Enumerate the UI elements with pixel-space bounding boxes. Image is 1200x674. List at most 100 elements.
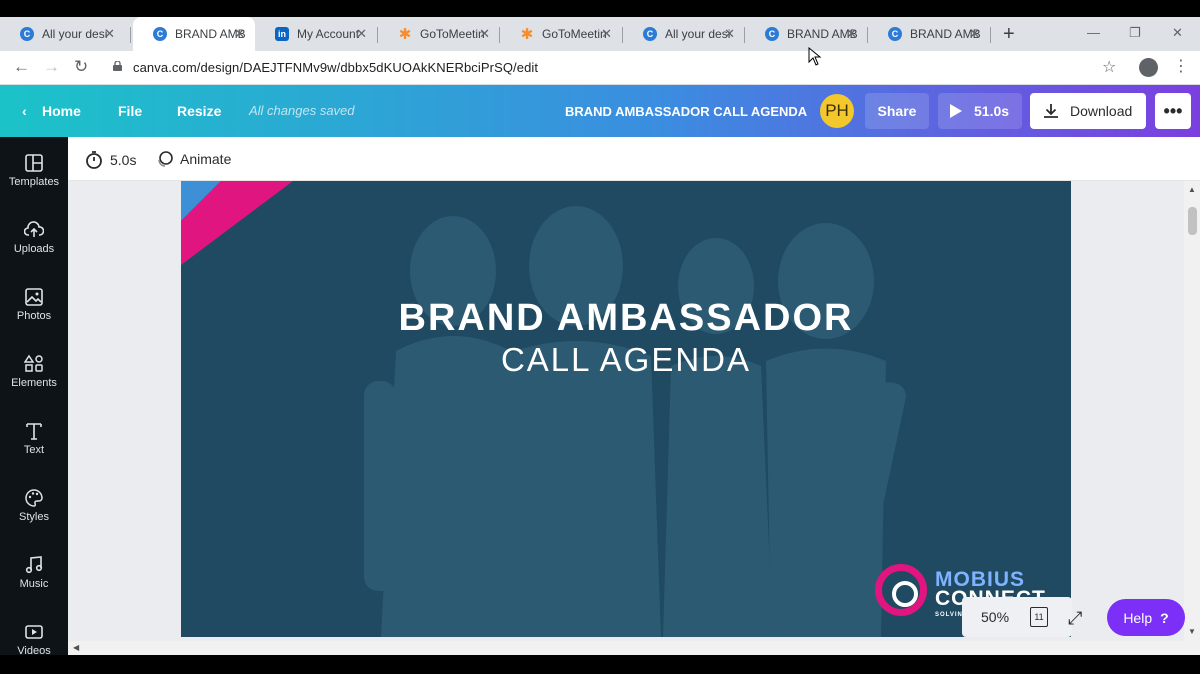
forward-arrow-icon[interactable]: → (43, 57, 60, 77)
video-icon (25, 625, 43, 639)
zoom-level[interactable]: 50% (981, 609, 1009, 625)
design-slide[interactable]: BRAND AMBASSADOR CALL AGENDA MOBIUS CONN… (181, 181, 1071, 637)
browser-tab[interactable]: ✱ GoToMeetin ✕ (378, 17, 500, 51)
linkedin-icon: in (275, 27, 289, 41)
browser-tab[interactable]: C All your desi ✕ (623, 17, 745, 51)
gotomeeting-icon: ✱ (398, 26, 412, 43)
sidebar-label: Uploads (13, 243, 55, 255)
screen-bottom-border (0, 655, 1200, 674)
mouse-cursor-icon (808, 47, 822, 66)
duration-label: 5.0s (110, 152, 137, 168)
slide-title-line2[interactable]: CALL AGENDA (181, 341, 1071, 379)
gotomeeting-icon: ✱ (520, 26, 534, 43)
sidebar-label: Elements (11, 377, 57, 389)
profile-avatar-icon[interactable] (1139, 58, 1158, 77)
help-button[interactable]: Help ? (1107, 599, 1185, 636)
animate-button[interactable]: Animate (156, 150, 231, 168)
sidebar-item-text[interactable]: Text (0, 405, 68, 465)
tab-divider (990, 27, 991, 43)
sidebar-item-videos[interactable]: Videos (0, 606, 68, 655)
share-label: Share (877, 103, 917, 119)
sidebar-item-uploads[interactable]: Uploads (0, 204, 68, 264)
sidebar-label: Music (19, 578, 49, 590)
new-tab-icon[interactable]: + (1003, 23, 1015, 46)
scroll-down-icon[interactable]: ▼ (1188, 627, 1196, 636)
scroll-up-icon[interactable]: ▲ (1188, 185, 1196, 194)
close-icon[interactable]: ✕ (601, 26, 612, 42)
lock-icon (113, 61, 122, 71)
download-button[interactable]: Download (1030, 93, 1146, 129)
url-field[interactable]: canva.com/design/DAEJTFNMv9w/dbbx5dKUOAk… (133, 60, 538, 75)
editor-header: ‹ Home File Resize All changes saved BRA… (0, 85, 1200, 137)
close-icon[interactable]: ✕ (479, 26, 490, 42)
corner-accent-stripes (181, 181, 293, 265)
sidebar-label: Videos (17, 645, 51, 655)
resize-button[interactable]: Resize (177, 103, 221, 119)
chevron-left-icon[interactable]: ‹ (22, 103, 27, 119)
close-icon[interactable]: ✕ (234, 26, 245, 42)
window-close-icon[interactable]: ✕ (1172, 25, 1183, 41)
stopwatch-icon (86, 151, 102, 169)
browser-tab[interactable]: C BRAND AMB ✕ (745, 17, 867, 51)
sidebar-item-elements[interactable]: Elements (0, 338, 68, 398)
reload-icon[interactable]: ↻ (74, 57, 88, 77)
present-button[interactable]: 51.0s (938, 93, 1022, 129)
scroll-left-icon[interactable]: ◀ (73, 643, 79, 652)
play-icon (950, 104, 962, 118)
browser-menu-icon[interactable]: ⋮ (1173, 56, 1189, 76)
browser-tab-active[interactable]: C BRAND AMB ✕ (133, 17, 255, 51)
document-title[interactable]: BRAND AMBASSADOR CALL AGENDA (565, 104, 807, 119)
slide-title-line1[interactable]: BRAND AMBASSADOR (181, 297, 1071, 340)
text-icon (26, 423, 42, 440)
more-options-button[interactable]: ••• (1155, 93, 1191, 129)
canva-icon: C (153, 27, 167, 41)
sidebar-item-styles[interactable]: Styles (0, 472, 68, 532)
close-icon[interactable]: ✕ (846, 26, 857, 42)
sidebar-item-photos[interactable]: Photos (0, 271, 68, 331)
photo-icon (25, 288, 43, 306)
tab-divider (130, 27, 131, 43)
mobius-logo-icon (875, 564, 927, 616)
page-grid-button[interactable]: 11 (1030, 607, 1048, 627)
horizontal-scrollbar[interactable]: ◀ (68, 641, 1184, 655)
download-icon (1044, 104, 1058, 118)
close-icon[interactable]: ✕ (969, 26, 980, 42)
close-icon[interactable]: ✕ (104, 26, 115, 42)
canva-icon: C (643, 27, 657, 41)
shapes-icon (24, 354, 43, 372)
close-icon[interactable]: ✕ (724, 26, 735, 42)
screen: C All your desi ✕ C BRAND AMB ✕ in My Ac… (0, 0, 1200, 674)
tab-title: All your desi (42, 27, 108, 41)
minimize-icon[interactable]: — (1087, 25, 1100, 40)
close-icon[interactable]: ✕ (356, 26, 367, 42)
sidebar-item-templates[interactable]: Templates (0, 137, 68, 197)
help-label: Help (1123, 609, 1153, 626)
scroll-thumb[interactable] (1188, 207, 1197, 235)
vertical-scrollbar[interactable]: ▲ ▼ (1184, 181, 1200, 655)
more-dots-icon: ••• (1163, 100, 1183, 121)
music-icon (25, 556, 43, 574)
sidebar-label: Text (23, 444, 45, 456)
home-button[interactable]: Home (42, 103, 81, 119)
back-arrow-icon[interactable]: ← (13, 57, 30, 77)
file-menu-button[interactable]: File (118, 103, 142, 119)
share-button[interactable]: Share (865, 93, 929, 129)
browser-tab[interactable]: ✱ GoToMeetin ✕ (500, 17, 622, 51)
save-status: All changes saved (249, 103, 355, 118)
animate-label: Animate (180, 151, 232, 167)
sidebar-item-music[interactable]: Music (0, 539, 68, 599)
palette-icon (25, 489, 43, 507)
browser-tab[interactable]: C All your desi ✕ (0, 17, 125, 51)
timing-button[interactable]: 5.0s (84, 150, 136, 170)
upload-cloud-icon (24, 221, 44, 237)
bookmark-star-icon[interactable]: ☆ (1102, 57, 1116, 77)
fullscreen-icon[interactable]: ⤢ (1068, 608, 1082, 629)
restore-icon[interactable]: ❐ (1129, 25, 1141, 41)
sidebar-label: Photos (16, 310, 52, 322)
browser-tab[interactable]: in My Account ✕ (255, 17, 377, 51)
templates-icon (25, 154, 43, 172)
user-avatar[interactable]: PH (820, 94, 854, 128)
browser-tab[interactable]: C BRAND AMB ✕ (868, 17, 990, 51)
animate-icon (158, 151, 173, 167)
canva-icon: C (765, 27, 779, 41)
